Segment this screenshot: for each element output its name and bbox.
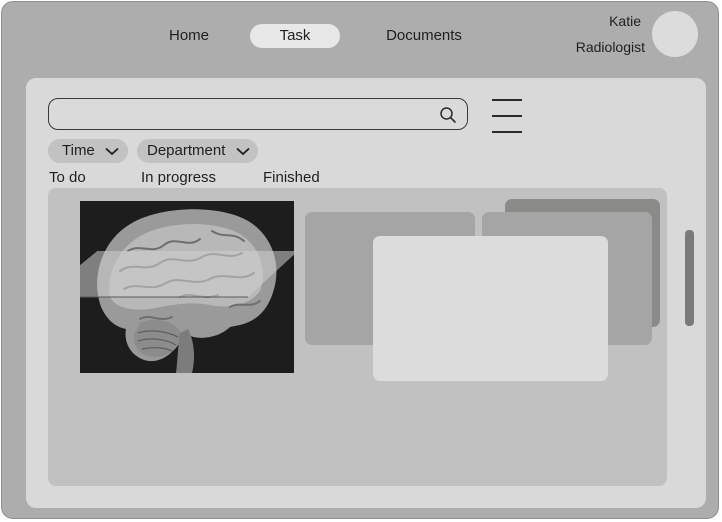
- search-input[interactable]: [59, 103, 433, 127]
- avatar[interactable]: [652, 11, 698, 57]
- tab-finished[interactable]: Finished: [263, 169, 320, 186]
- nav-home[interactable]: Home: [152, 24, 226, 48]
- task-content-area: [48, 188, 667, 486]
- department-filter-dropdown[interactable]: Department: [137, 139, 258, 163]
- nav-task[interactable]: Task: [250, 24, 340, 48]
- chevron-down-icon: [236, 147, 250, 156]
- brain-scan-image[interactable]: [80, 201, 294, 373]
- vertical-scrollbar[interactable]: [685, 230, 694, 326]
- time-filter-dropdown[interactable]: Time: [48, 139, 128, 163]
- task-card-front[interactable]: [373, 236, 608, 381]
- search-bar[interactable]: [48, 98, 468, 130]
- menu-line: [492, 99, 522, 101]
- menu-line: [492, 115, 522, 117]
- app-window: Home Task Documents Katie Radiologist Ti…: [1, 1, 719, 519]
- time-filter-label: Time: [62, 142, 95, 159]
- hamburger-menu-icon[interactable]: [492, 98, 524, 134]
- nav-documents[interactable]: Documents: [374, 24, 474, 48]
- main-panel: Time Department To do In progress Finish…: [26, 78, 706, 508]
- user-name: Katie: [609, 13, 641, 29]
- tab-todo[interactable]: To do: [49, 169, 86, 186]
- search-icon[interactable]: [439, 106, 457, 124]
- menu-line: [492, 131, 522, 133]
- user-role: Radiologist: [575, 39, 645, 55]
- department-filter-label: Department: [147, 142, 226, 159]
- chevron-down-icon: [105, 147, 119, 156]
- tab-in-progress[interactable]: In progress: [141, 169, 216, 186]
